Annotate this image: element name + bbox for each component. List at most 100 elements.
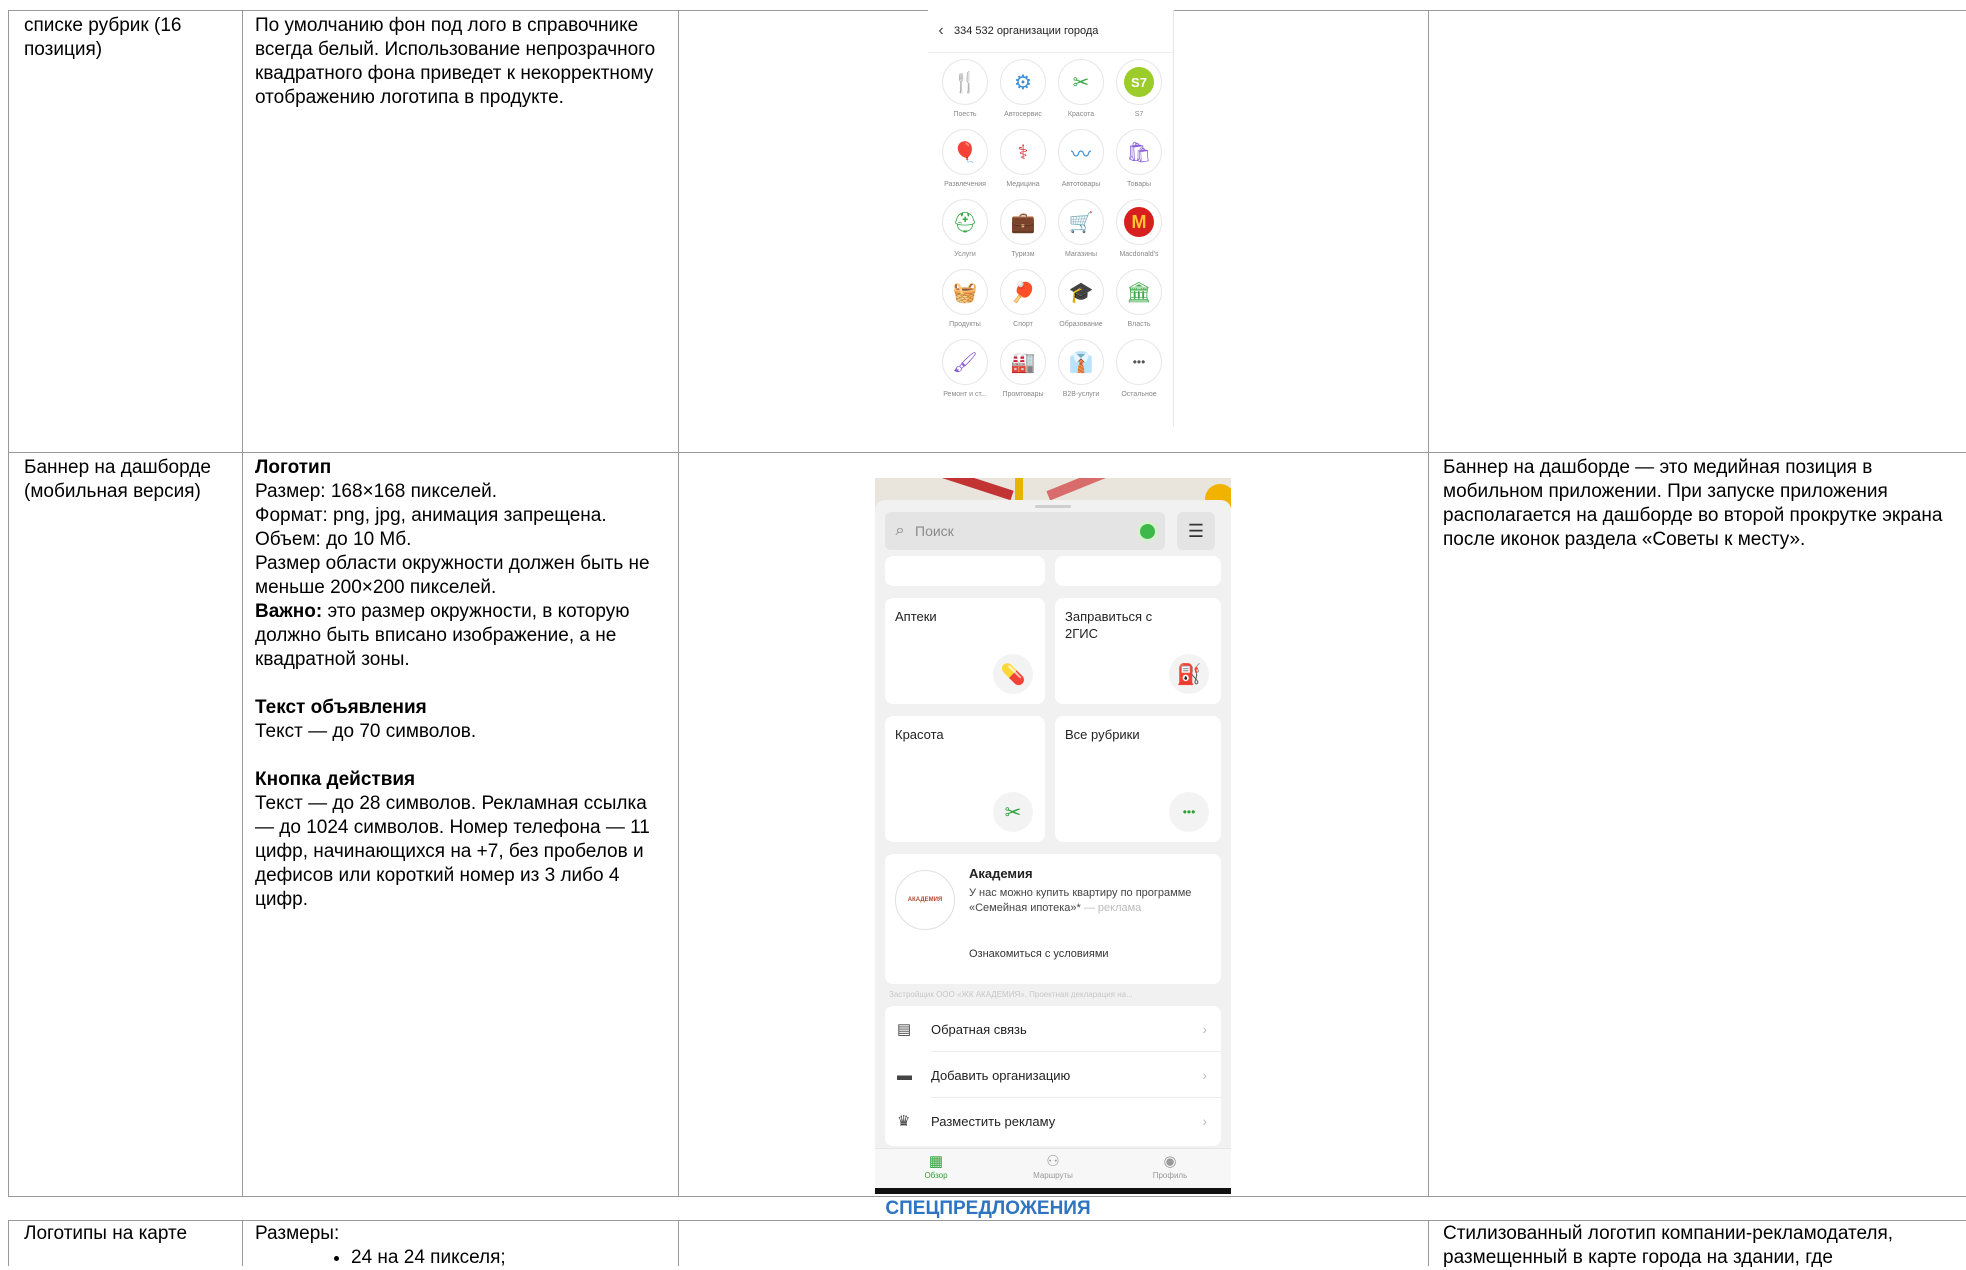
rubric-item[interactable]: 👔 B2B-услуги	[1052, 339, 1110, 409]
tile-fuel[interactable]: Заправиться с 2ГИС ⛽	[1055, 598, 1221, 704]
list-item-add-organization[interactable]: ▬ Добавить организацию ›	[885, 1052, 1221, 1098]
rubric-item[interactable]: 🏓 Спорт	[994, 269, 1052, 339]
ad-marker: — реклама	[1080, 902, 1142, 914]
rubric-item[interactable]: 🏛 Власть	[1110, 269, 1168, 339]
rubric-glyph: 👔	[1068, 351, 1094, 374]
row2-placement-name: Баннер на дашборде (мобильная версия)	[24, 457, 211, 502]
rubric-item[interactable]: M Macdonald's	[1110, 199, 1168, 269]
rubric-label: Медицина	[1006, 181, 1040, 188]
rubric-item[interactable]: 🎓 Образование	[1052, 269, 1110, 339]
ad-text: У нас можно купить квартиру по программе…	[969, 886, 1209, 916]
grid-icon: ▦	[928, 1153, 944, 1170]
rubric-label: Промтовары	[1002, 391, 1044, 398]
rubrics-screenshot: ‹ 334 532 организации города 🍴 Поесть ⚙ Авт…	[928, 10, 1174, 426]
dashboard-sheet: ⌕ Поиск ☰ Аптеки 💊 Заправиться с 2ГИС ⛽ …	[875, 500, 1231, 1194]
rubric-item[interactable]: 🛍 Товары	[1110, 129, 1168, 199]
rubric-label: Туризм	[1011, 251, 1035, 258]
advertiser-logo: АКАДЕМИЯ	[895, 870, 955, 930]
rubric-item[interactable]: 🍴 Поесть	[936, 59, 994, 129]
tab-label: Обзор	[924, 1171, 948, 1180]
rubric-glyph: 🛒	[1068, 211, 1094, 234]
tab-overview[interactable]: ▦ Обзор	[881, 1153, 991, 1180]
list-item-label: Добавить организацию	[931, 1067, 1071, 1083]
rubric-label: Власть	[1127, 321, 1151, 328]
rubric-label: Продукты	[949, 321, 981, 328]
sheet-grabber[interactable]	[1035, 505, 1071, 508]
shopping-bag-icon: 🛍	[1116, 129, 1162, 175]
column-divider	[242, 1220, 243, 1266]
stethoscope-icon: ⚕	[1000, 129, 1046, 175]
rubric-glyph: 🎈	[952, 141, 978, 164]
section-title: СПЕЦПРЕДЛОЖЕНИЯ	[885, 1198, 1091, 1219]
rubric-item[interactable]: S7 S7	[1110, 59, 1168, 129]
row1-requirements: По умолчанию фон под лого в справочнике …	[255, 15, 656, 108]
s7-logo: S7	[1116, 59, 1162, 105]
search-input[interactable]: ⌕ Поиск	[885, 512, 1165, 550]
ad-action-button[interactable]: Ознакомиться с условиями	[969, 948, 1109, 960]
rubric-item[interactable]: 🧺 Продукты	[936, 269, 994, 339]
more-dots-icon: •••	[1116, 339, 1162, 385]
rubric-label: Спорт	[1013, 321, 1033, 328]
ad-text-limit: Текст — до 70 символов.	[255, 721, 477, 742]
profile-icon: ◉	[1163, 1153, 1177, 1170]
scissors-icon: ✂	[1058, 59, 1104, 105]
chevron-right-icon: ›	[1202, 1067, 1207, 1083]
tab-routes[interactable]: ⚇ Маршруты	[998, 1153, 1108, 1180]
row3-placement-name: Логотипы на карте	[24, 1223, 188, 1244]
rubric-label: S7	[1134, 111, 1144, 118]
menu-button[interactable]: ☰	[1177, 512, 1215, 550]
rubric-item[interactable]: 🏭 Промтовары	[994, 339, 1052, 409]
rubric-glyph: 🛍	[1126, 141, 1152, 164]
rubric-label: Магазины	[1064, 251, 1098, 258]
tab-label: Маршруты	[1033, 1171, 1073, 1180]
column-divider	[678, 1220, 679, 1266]
rubric-item[interactable]: 🖌 Ремонт и ст...	[936, 339, 994, 409]
rubric-item[interactable]: ⛑ Услуги	[936, 199, 994, 269]
engine-icon: ⚙	[1000, 59, 1046, 105]
scissors-icon: ✂	[993, 792, 1033, 832]
ad-banner[interactable]: АКАДЕМИЯ Академия У нас можно купить ква…	[885, 854, 1221, 984]
rubric-label: B2B-услуги	[1062, 391, 1100, 398]
crown-icon: ♛	[897, 1113, 911, 1130]
rubric-item[interactable]: ⚙ Автосервис	[994, 59, 1052, 129]
rubric-glyph: 💼	[1010, 211, 1036, 234]
column-divider	[678, 10, 679, 1196]
chevron-left-icon[interactable]: ‹	[928, 22, 954, 40]
rubric-item[interactable]: ✂ Красота	[1052, 59, 1110, 129]
rubric-label: Поесть	[953, 111, 977, 118]
tile-label: Красота	[895, 727, 944, 742]
row3-description: Стилизованный логотип компании-рекламода…	[1443, 1223, 1894, 1268]
tile-partial[interactable]	[885, 556, 1045, 586]
rubric-item[interactable]: ••• Остальное	[1110, 339, 1168, 409]
rubric-item[interactable]: ⚕ Медицина	[994, 129, 1052, 199]
rubric-label: Товары	[1126, 181, 1152, 188]
tab-profile[interactable]: ◉ Профиль	[1115, 1153, 1225, 1180]
tile-partial[interactable]	[1055, 556, 1221, 586]
more-dots-icon: •••	[1169, 792, 1209, 832]
logo-circle-size: Размер области окружности должен быть не…	[255, 553, 650, 598]
rubric-glyph: •••	[1132, 355, 1146, 369]
voice-assistant-icon[interactable]	[1140, 524, 1155, 539]
list-item-feedback[interactable]: ▤ Обратная связь ›	[885, 1006, 1221, 1052]
route-icon: ⚇	[1046, 1153, 1060, 1170]
logo-size: Размер: 168×168 пикселей.	[255, 481, 498, 502]
row-divider	[8, 452, 1966, 453]
balloon-icon: 🎈	[942, 129, 988, 175]
rubrics-grid: 🍴 Поесть ⚙ Автосервис ✂ Красота S7 S7 🎈 Развлечен…	[928, 53, 1173, 409]
tile-label: Все рубрики	[1065, 727, 1140, 742]
tile-beauty[interactable]: Красота ✂	[885, 716, 1045, 842]
pills-icon: 💊	[993, 654, 1033, 694]
rubric-item[interactable]: 〰 Автотовары	[1052, 129, 1110, 199]
rubric-item[interactable]: 💼 Туризм	[994, 199, 1052, 269]
actions-list: ▤ Обратная связь › ▬ Добавить организаци…	[885, 1006, 1221, 1146]
message-icon: ▤	[897, 1021, 912, 1038]
important-label: Важно:	[255, 601, 323, 622]
rubric-glyph: 🎓	[1068, 281, 1094, 304]
suitcase-icon: 💼	[1000, 199, 1046, 245]
list-item-place-ad[interactable]: ♛ Разместить рекламу ›	[885, 1098, 1221, 1144]
rubric-item[interactable]: 🛒 Магазины	[1052, 199, 1110, 269]
tile-pharmacies[interactable]: Аптеки 💊	[885, 598, 1045, 704]
tile-all-rubrics[interactable]: Все рубрики •••	[1055, 716, 1221, 842]
sizes-title: Размеры:	[255, 1223, 340, 1244]
rubric-item[interactable]: 🎈 Развлечения	[936, 129, 994, 199]
